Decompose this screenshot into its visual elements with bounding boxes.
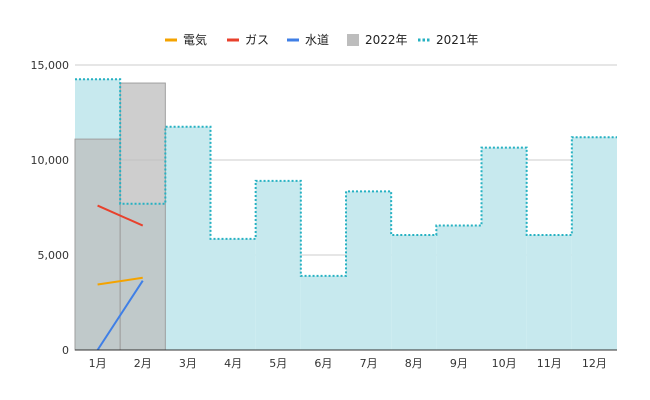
area-step-2021 [346,191,392,350]
x-tick-label: 9月 [450,357,468,370]
legend: 電気 ガス 水道 2022年 2021年 [165,32,479,47]
legend-label: 2022年 [365,33,408,47]
chart: 電気 ガス 水道 2022年 2021年 0 5,000 10,000 15,000 1月 2月 3… [31,32,617,370]
x-tick-label: 3月 [179,357,197,370]
legend-swatch [287,38,299,42]
x-tick-label: 6月 [314,357,332,370]
area-step-2021 [481,147,527,350]
area-step-2022 [119,82,166,351]
x-tick-label: 2月 [134,357,152,370]
y-tick-label: 0 [62,344,69,357]
plot-areas [74,79,617,351]
area-step-2021 [571,137,617,350]
legend-label: ガス [245,33,269,47]
area-step-2021 [210,238,256,350]
x-tick-label: 4月 [224,357,242,370]
area-step-2021 [391,235,437,350]
x-tick-label: 11月 [537,357,562,370]
area-step-2021 [165,126,211,350]
legend-label: 電気 [183,32,207,47]
area-step-2022 [74,138,121,351]
x-tick-label: 1月 [89,357,107,370]
area-step-2021 [255,180,301,350]
area-step-2021 [300,275,346,350]
legend-swatch [227,38,239,42]
x-tick-label: 5月 [269,357,287,370]
x-tick-label: 12月 [582,357,607,370]
area-step-2021 [526,235,572,350]
legend-label: 2021年 [436,33,479,47]
legend-swatch [165,38,177,42]
legend-swatch [347,34,359,46]
y-tick-label: 5,000 [38,249,70,262]
x-tick-label: 10月 [492,357,517,370]
x-tick-label: 8月 [405,357,423,370]
y-tick-label: 10,000 [31,154,70,167]
x-tick-label: 7月 [360,357,378,370]
y-tick-label: 15,000 [31,59,70,72]
legend-label: 水道 [305,33,329,47]
area-step-2021 [436,225,482,350]
